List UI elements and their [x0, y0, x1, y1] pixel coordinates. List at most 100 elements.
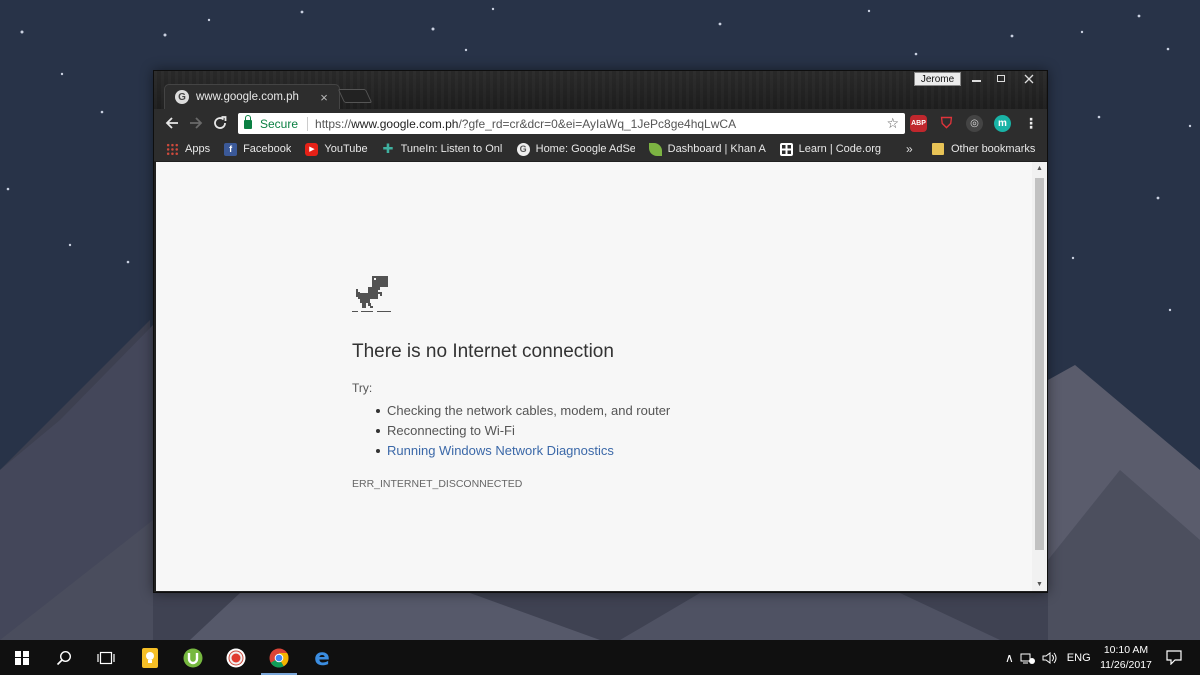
error-code: ERR_INTERNET_DISCONNECTED — [352, 478, 523, 490]
codeorg-grid-glyph — [781, 144, 791, 154]
volume-icon[interactable] — [1042, 651, 1058, 664]
bookmark-tunein[interactable]: ✚ TuneIn: Listen to Onli — [382, 141, 503, 156]
youtube-icon: ▶ — [305, 142, 319, 156]
bookmark-adsense[interactable]: G Home: Google AdSer — [516, 142, 635, 156]
clock-time: 10:10 AM — [1103, 644, 1149, 656]
minimize-icon — [971, 80, 981, 82]
khan-leaf-icon — [648, 142, 662, 156]
record-icon — [226, 648, 246, 667]
new-tab-button[interactable] — [337, 89, 373, 103]
maximize-icon — [997, 75, 1005, 82]
network-diagnostics-link[interactable]: Running Windows Network Diagnostics — [376, 441, 872, 461]
other-bookmarks-label: Other bookmarks — [951, 143, 1036, 155]
offline-error: There is no Internet connection Try: Che… — [352, 274, 872, 490]
task-view-button[interactable] — [84, 640, 128, 675]
try-label: Try: — [352, 381, 373, 395]
apps-grid-icon — [166, 142, 179, 156]
adblock-plus-icon[interactable]: ABP — [910, 115, 927, 132]
url-host: www.google.com.ph — [351, 116, 459, 131]
address-bar[interactable]: Secure https://www.google.com.ph/?gfe_rd… — [238, 113, 905, 134]
vertical-scrollbar[interactable]: ▲ ▼ — [1032, 162, 1047, 591]
utorrent-icon — [183, 648, 203, 667]
search-icon — [56, 650, 72, 665]
bookmark-star-icon[interactable]: ☆ — [886, 115, 899, 132]
clock-date: 11/26/2017 — [1100, 659, 1152, 671]
bookmark-label: Dashboard | Khan Ac — [667, 143, 766, 155]
close-window-button[interactable] — [1012, 71, 1046, 86]
bookmark-facebook[interactable]: f Facebook — [224, 142, 292, 156]
system-tray: ∧ ENG — [1005, 640, 1091, 675]
folder-icon — [932, 143, 944, 155]
back-button[interactable] — [160, 111, 184, 135]
scroll-down-arrow-icon[interactable]: ▼ — [1035, 581, 1044, 588]
edge-icon: e — [314, 644, 330, 671]
forward-button[interactable] — [184, 111, 208, 135]
lock-icon — [244, 115, 252, 129]
browser-window: G www.google.com.ph × Jerome Secure http… — [153, 70, 1048, 593]
language-indicator[interactable]: ENG — [1067, 652, 1091, 664]
bookmark-label: YouTube — [324, 143, 368, 155]
taskbar-clock[interactable]: 10:10 AM 11/26/2017 — [1096, 643, 1156, 673]
bookmark-code-org[interactable]: Learn | Code.org — [779, 142, 881, 156]
maximize-button[interactable] — [987, 71, 1015, 86]
notification-icon — [1166, 650, 1182, 665]
bookmark-khan-academy[interactable]: Dashboard | Khan Ac — [648, 142, 766, 156]
task-view-icon — [97, 651, 115, 664]
google-icon: G — [516, 142, 530, 156]
windows-logo-icon — [15, 650, 29, 665]
keep-bulb-icon — [142, 647, 158, 668]
forward-arrow-icon — [190, 117, 203, 129]
bookmark-label: Learn | Code.org — [798, 143, 881, 155]
back-arrow-icon — [165, 117, 178, 129]
tunein-icon: ✚ — [382, 141, 394, 156]
dinosaur-icon[interactable] — [352, 274, 392, 314]
network-disconnected-icon[interactable] — [1020, 652, 1036, 664]
minimize-button[interactable] — [962, 71, 990, 86]
page-content: There is no Internet connection Try: Che… — [156, 162, 1032, 591]
tab-close-icon[interactable]: × — [317, 90, 331, 105]
bookmark-label: Apps — [185, 143, 211, 155]
bookmark-apps[interactable]: Apps — [166, 142, 211, 156]
reload-icon — [214, 116, 227, 129]
taskbar-recorder[interactable] — [214, 640, 258, 675]
m-extension-icon[interactable]: m — [994, 115, 1011, 132]
taskbar-utorrent[interactable] — [171, 640, 215, 675]
taskbar-keep-app[interactable] — [128, 640, 172, 675]
suggestion-list: Checking the network cables, modem, and … — [376, 401, 872, 461]
browser-toolbar: Secure https://www.google.com.ph/?gfe_rd… — [154, 109, 1047, 137]
tab-google[interactable]: G www.google.com.ph × — [164, 84, 340, 109]
error-title: There is no Internet connection — [352, 341, 614, 362]
google-favicon-icon: G — [175, 90, 189, 104]
taskbar-chrome[interactable] — [257, 640, 301, 675]
lightbulb-extension-icon[interactable]: ◎ — [966, 115, 983, 132]
url-path: /?gfe_rd=cr&dcr=0&ei=AyIaWq_1JePc8ge4hqL… — [458, 116, 737, 131]
bookmarks-bar: Apps f Facebook ▶ YouTube ✚ TuneIn: List… — [154, 137, 1047, 161]
scrollbar-thumb[interactable] — [1035, 178, 1044, 550]
chrome-icon — [269, 648, 289, 668]
codeorg-icon — [779, 142, 793, 156]
url-text[interactable]: https://www.google.com.ph/?gfe_rd=cr&dcr… — [315, 117, 886, 131]
chrome-menu-icon[interactable]: ⋮ — [1024, 115, 1038, 132]
title-bar[interactable]: G www.google.com.ph × Jerome — [154, 71, 1047, 109]
profile-button[interactable]: Jerome — [914, 72, 961, 86]
tab-title: www.google.com.ph — [196, 91, 299, 103]
other-bookmarks[interactable]: Other bookmarks — [932, 143, 1035, 155]
windows-taskbar: e ∧ ENG 10:10 AM 11/26/2017 — [0, 640, 1200, 675]
action-center-button[interactable] — [1152, 640, 1196, 675]
tray-overflow-icon[interactable]: ∧ — [1005, 651, 1014, 665]
bookmarks-overflow-button[interactable]: » — [906, 142, 913, 156]
bookmark-label: Facebook — [243, 143, 292, 155]
search-button[interactable] — [42, 640, 86, 675]
shield-extension-icon[interactable]: ⛉ — [938, 115, 955, 132]
bookmark-youtube[interactable]: ▶ YouTube — [305, 142, 368, 156]
scroll-up-arrow-icon[interactable]: ▲ — [1035, 165, 1044, 172]
start-button[interactable] — [0, 640, 44, 675]
taskbar-edge[interactable]: e — [300, 640, 344, 675]
reload-button[interactable] — [208, 111, 232, 135]
suggestion-reconnect-wifi: Reconnecting to Wi-Fi — [376, 421, 872, 441]
suggestion-check-cables: Checking the network cables, modem, and … — [376, 401, 872, 421]
bookmark-label: Home: Google AdSer — [535, 143, 635, 155]
bookmark-label: TuneIn: Listen to Onli — [400, 143, 503, 155]
secure-label: Secure — [260, 116, 299, 131]
url-scheme: https:// — [315, 116, 352, 131]
